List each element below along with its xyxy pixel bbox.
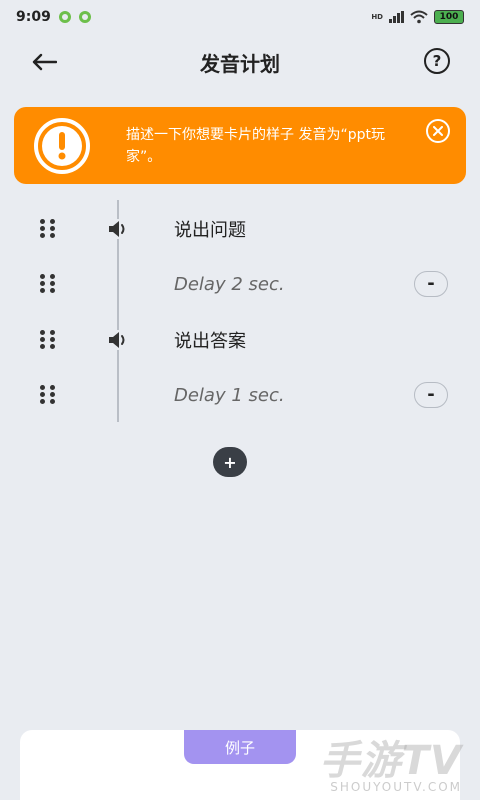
arrow-left-icon xyxy=(32,53,57,71)
help-button[interactable]: ? xyxy=(424,48,450,74)
step-label: 说出问题 xyxy=(174,220,246,241)
alert-icon xyxy=(34,117,90,174)
drag-handle-icon[interactable] xyxy=(40,385,58,405)
minus-icon: - xyxy=(427,273,435,294)
network-label: HD xyxy=(371,13,383,21)
status-time: 9:09 xyxy=(16,9,51,25)
list-item: 说出问题 xyxy=(0,201,480,257)
add-step-button[interactable]: + xyxy=(213,447,247,477)
drag-handle-icon[interactable] xyxy=(40,274,58,294)
page-title: 发音计划 xyxy=(200,51,280,76)
remove-step-button[interactable]: - xyxy=(414,271,448,297)
banner-text: 描述一下你想要卡片的样子 发音为“ppt玩家”。 xyxy=(126,126,385,165)
delay-label[interactable]: Delay 1 sec. xyxy=(174,385,285,406)
list-item: Delay 1 sec. - xyxy=(0,367,480,423)
notification-icon xyxy=(78,11,91,23)
status-bar: 9:09 HD 100 xyxy=(0,0,480,34)
status-indicators: HD 100 xyxy=(371,10,464,24)
tab-example[interactable]: 例子 xyxy=(184,730,296,764)
app-header: 发音计划 ? xyxy=(0,40,480,84)
drag-handle-icon[interactable] xyxy=(40,219,58,239)
info-banner: 描述一下你想要卡片的样子 发音为“ppt玩家”。 xyxy=(14,107,466,184)
plus-icon: + xyxy=(223,452,237,472)
notification-icon xyxy=(58,11,71,23)
speaker-icon[interactable] xyxy=(107,330,131,350)
battery-icon: 100 xyxy=(434,10,464,24)
wifi-icon xyxy=(410,10,428,24)
list-item: 说出答案 xyxy=(0,312,480,368)
minus-icon: - xyxy=(427,384,435,405)
list-item: Delay 2 sec. - xyxy=(0,256,480,312)
step-label: 说出答案 xyxy=(174,331,246,352)
delay-label[interactable]: Delay 2 sec. xyxy=(174,274,285,295)
remove-step-button[interactable]: - xyxy=(414,382,448,408)
close-icon xyxy=(433,126,443,136)
signal-icon xyxy=(389,11,404,23)
help-icon: ? xyxy=(432,52,442,70)
close-banner-button[interactable] xyxy=(426,119,450,143)
speaker-icon[interactable] xyxy=(107,219,131,239)
drag-handle-icon[interactable] xyxy=(40,330,58,350)
watermark-logo: 手游TV xyxy=(319,738,462,784)
watermark-url: SHOUYOUTV.COM xyxy=(330,780,462,794)
back-button[interactable] xyxy=(28,48,60,76)
